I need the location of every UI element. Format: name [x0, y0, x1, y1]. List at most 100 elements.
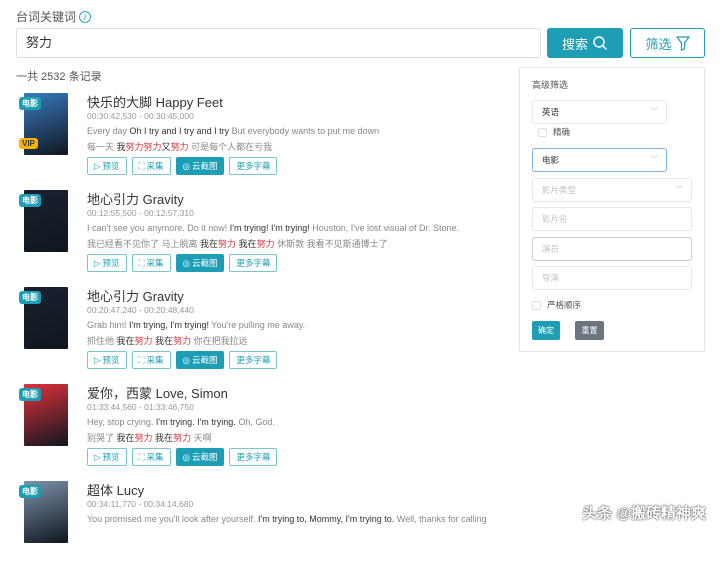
- more-subtitles-button[interactable]: 更多字幕: [229, 254, 278, 272]
- subtitle-segment: 我在: [152, 433, 174, 443]
- search-button-label: 搜索: [561, 36, 588, 52]
- result-item: 电影 超体 Lucy 00:34:11,770 - 00:34:14,680 You …: [0, 480, 515, 575]
- camera-icon: ◎: [182, 257, 190, 268]
- category-badge: 电影: [19, 388, 41, 401]
- screenshot-button-label: 云截图: [191, 355, 218, 365]
- subtitle-segment: Well, thanks for calling: [394, 514, 487, 524]
- film-name-input[interactable]: 影片名: [532, 207, 692, 231]
- more-subtitles-button[interactable]: 更多字幕: [229, 157, 278, 175]
- category-value: 电影: [542, 155, 560, 165]
- subtitle-segment: 你在把我拉远: [191, 336, 248, 346]
- collect-button-label: 采集: [146, 355, 164, 365]
- exact-label: 精确: [553, 127, 571, 137]
- more-subtitles-button[interactable]: 更多字幕: [229, 448, 278, 466]
- checkbox-box[interactable]: [532, 300, 541, 310]
- info-icon[interactable]: i: [79, 10, 92, 23]
- preview-button-label: 预览: [102, 258, 120, 268]
- chevron-down-icon: ﹀: [675, 185, 683, 194]
- subtitle-english: Grab him! I'm trying, I'm trying! You're…: [87, 320, 305, 330]
- preview-button[interactable]: ▷ 预览: [87, 351, 127, 369]
- preview-button[interactable]: ▷ 预览: [87, 157, 127, 175]
- subtitle-segment: I'm trying. I'm trying.: [155, 417, 236, 427]
- collect-button[interactable]: ⛶ 采集: [131, 254, 171, 272]
- reset-button[interactable]: 重置: [575, 321, 604, 340]
- subtitle-segment: 每一天: [87, 142, 117, 152]
- director-input[interactable]: 导演: [532, 266, 692, 290]
- play-icon: ▷: [94, 354, 101, 365]
- screenshot-button-label: 云截图: [191, 452, 218, 462]
- keyword-label: 台词关键词 i: [16, 8, 92, 25]
- collect-icon: ⛶: [138, 257, 145, 268]
- camera-icon: ◎: [182, 160, 190, 171]
- screenshot-button[interactable]: ◎ 云截图: [175, 448, 225, 466]
- play-icon: ▷: [94, 257, 101, 268]
- result-item: 电影 地心引力 Gravity 00:20:47,240 - 00:20:48,44…: [0, 286, 515, 381]
- language-select[interactable]: 英语 ﹀: [532, 100, 667, 124]
- collect-icon: ⛶: [138, 160, 145, 171]
- preview-button[interactable]: ▷ 预览: [87, 254, 127, 272]
- keyword-highlight: 努力: [170, 142, 189, 152]
- keyword-highlight: 努力努力: [125, 142, 162, 152]
- result-item: 电影 爱你，西蒙 Love, Simon 01:33:44,560 - 01:33:…: [0, 383, 515, 478]
- category-select[interactable]: 电影 ﹀: [532, 148, 667, 172]
- collect-button[interactable]: ⛶ 采集: [131, 351, 171, 369]
- subtitle-segment: 我在: [152, 336, 174, 346]
- subtitle-segment: I'm trying, I'm trying!: [129, 320, 209, 330]
- more-subtitles-button-label: 更多字幕: [236, 161, 271, 171]
- filter-button-label: 筛选: [645, 36, 672, 52]
- movie-title[interactable]: 爱你，西蒙 Love, Simon: [87, 383, 228, 402]
- subtitle-english: Hey, stop crying. I'm trying. I'm trying…: [87, 417, 275, 427]
- movie-title[interactable]: 快乐的大脚 Happy Feet: [87, 92, 223, 111]
- movie-title[interactable]: 地心引力 Gravity: [87, 286, 184, 305]
- timestamp-range: 00:34:11,770 - 00:34:14,680: [87, 499, 194, 509]
- preview-button[interactable]: ▷ 预览: [87, 448, 127, 466]
- timestamp-range: 00:12:55,500 - 00:12:57,310: [87, 208, 194, 218]
- subtitle-segment: I can't see you anymore. Do it now!: [87, 223, 230, 233]
- subtitle-segment: You're pulling me away.: [208, 320, 306, 330]
- subtitle-english: You promised me you'll look after yourse…: [87, 514, 487, 524]
- subtitle-segment: 我: [116, 142, 126, 152]
- confirm-button[interactable]: 确定: [532, 321, 560, 340]
- collect-icon: ⛶: [138, 451, 145, 462]
- exact-checkbox[interactable]: 精确: [538, 126, 570, 138]
- subtitle-segment: Every day: [87, 126, 130, 136]
- collect-button[interactable]: ⛶ 采集: [131, 157, 171, 175]
- subtitle-segment: Hey, stop crying.: [87, 417, 156, 427]
- subtitle-segment: 天啊: [191, 433, 212, 443]
- movie-title[interactable]: 地心引力 Gravity: [87, 189, 184, 208]
- subtitle-segment: 抓住他: [87, 336, 117, 346]
- subtitle-segment: Oh I try and I try and I try: [129, 126, 230, 136]
- genre-select[interactable]: 影片类型 ﹀: [532, 178, 692, 202]
- panel-title: 高级筛选: [532, 80, 569, 90]
- strict-order-checkbox[interactable]: 严格顺序: [532, 299, 581, 311]
- screenshot-button-label: 云截图: [191, 161, 218, 171]
- filter-button[interactable]: 筛选: [630, 28, 705, 58]
- strict-order-label: 严格顺序: [547, 300, 582, 310]
- screenshot-button[interactable]: ◎ 云截图: [175, 254, 225, 272]
- movie-title[interactable]: 超体 Lucy: [87, 480, 144, 499]
- category-badge: 电影: [19, 194, 41, 207]
- keyword-highlight: 努力: [134, 336, 153, 346]
- subtitle-english: Every day Oh I try and I try and I try B…: [87, 126, 379, 136]
- subtitle-segment: 我在: [200, 239, 219, 249]
- subtitle-chinese: 别哭了 我在努力 我在努力 天啊: [87, 431, 212, 444]
- subtitle-segment: 别哭了: [87, 433, 117, 443]
- screenshot-button[interactable]: ◎ 云截图: [175, 351, 225, 369]
- checkbox-box[interactable]: [538, 127, 547, 137]
- subtitle-segment: 我在: [116, 433, 135, 443]
- camera-icon: ◎: [182, 354, 190, 365]
- search-button[interactable]: 搜索: [547, 28, 623, 58]
- search-icon: [593, 36, 607, 50]
- item-actions: ▷ 预览 ⛶ 采集 ◎ 云截图 更多字幕: [87, 157, 278, 175]
- chevron-down-icon: ﹀: [650, 155, 658, 164]
- subtitle-segment: I'm trying to, Mommy, I'm trying to.: [257, 514, 395, 524]
- preview-button-label: 预览: [102, 355, 120, 365]
- timestamp-range: 01:33:44,560 - 01:33:46,750: [87, 402, 194, 412]
- play-icon: ▷: [94, 160, 101, 171]
- actor-input[interactable]: 演员: [532, 237, 692, 261]
- search-input[interactable]: 努力: [16, 28, 541, 58]
- collect-button[interactable]: ⛶ 采集: [131, 448, 171, 466]
- subtitle-segment: 又: [161, 142, 171, 152]
- screenshot-button[interactable]: ◎ 云截图: [175, 157, 225, 175]
- more-subtitles-button[interactable]: 更多字幕: [229, 351, 278, 369]
